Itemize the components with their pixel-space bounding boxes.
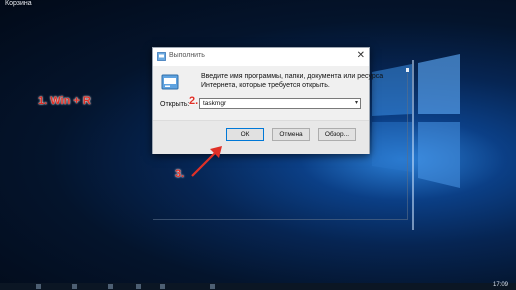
dialog-titlebar[interactable]: Выполнить ✕	[153, 48, 369, 66]
annotation-step-2: 2.	[189, 95, 199, 107]
run-program-icon	[161, 74, 179, 90]
open-input-value[interactable]: taskmgr	[203, 100, 226, 107]
taskbar-app-icon[interactable]	[136, 284, 141, 289]
light-beam	[412, 60, 414, 230]
taskbar-clock[interactable]: 17:09	[493, 282, 508, 288]
description-line: Введите имя программы, папки, документа …	[201, 73, 384, 80]
run-dialog: Выполнить ✕ Введите имя программы, папки…	[152, 47, 384, 154]
ok-button[interactable]: ОК	[226, 128, 264, 141]
recycle-bin-label[interactable]: Корзина	[5, 0, 32, 7]
run-app-icon	[157, 52, 166, 61]
annotation-arrow-icon	[191, 146, 222, 177]
taskbar-app-icon[interactable]	[210, 284, 215, 289]
annotation-step-3: 3.	[175, 168, 185, 180]
taskbar-app-icon[interactable]	[72, 284, 77, 289]
open-combobox[interactable]: taskmgr ▾	[199, 98, 361, 109]
taskbar: 17:09	[0, 282, 516, 290]
browse-button[interactable]: Обзор...	[318, 128, 356, 141]
close-icon[interactable]: ✕	[357, 50, 365, 62]
description-line: Интернета, которые требуется открыть.	[201, 82, 330, 89]
taskbar-app-icon[interactable]	[36, 284, 41, 289]
chevron-down-icon[interactable]: ▾	[355, 99, 358, 107]
annotation-step-1: 1. Win + R	[38, 95, 91, 107]
open-label: Открыть:	[160, 101, 190, 108]
dialog-title: Выполнить	[169, 52, 205, 59]
cancel-button[interactable]: Отмена	[272, 128, 310, 141]
taskbar-app-icon[interactable]	[160, 284, 165, 289]
taskbar-app-icon[interactable]	[108, 284, 113, 289]
dialog-description: Введите имя программы, папки, документа …	[201, 72, 384, 90]
